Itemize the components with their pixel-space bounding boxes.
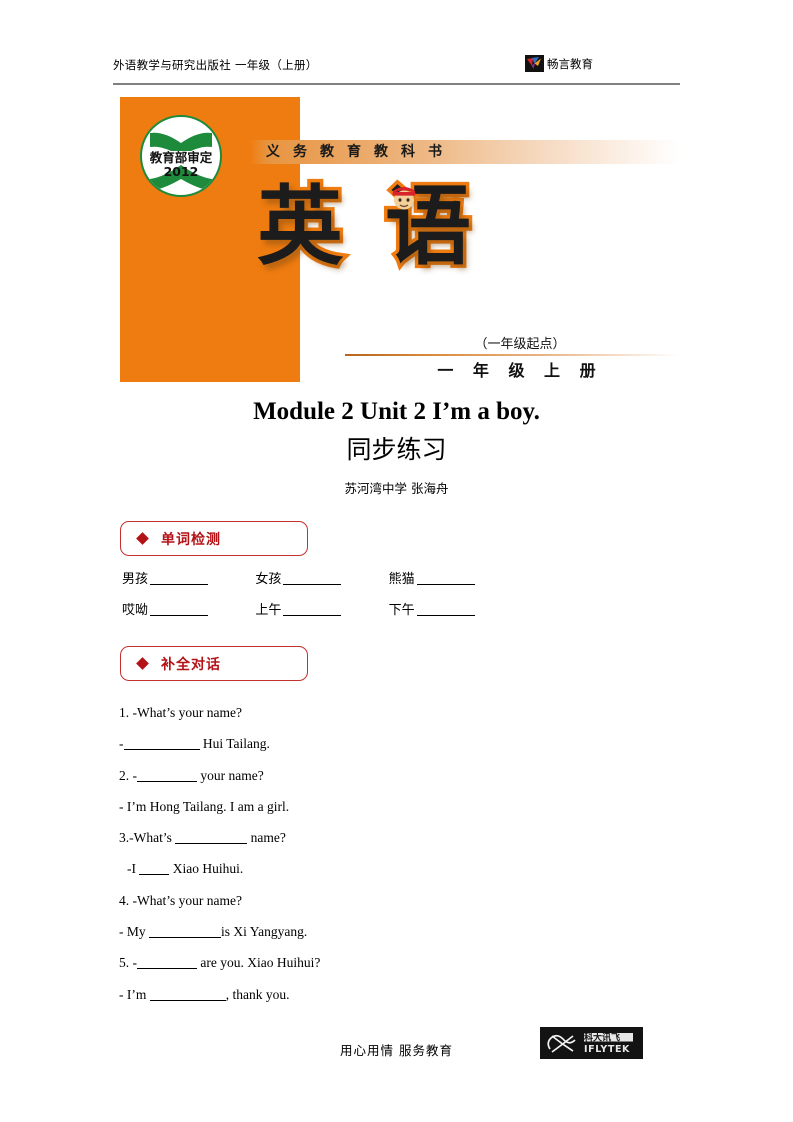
vocabulary-item: 哎呦 [122, 599, 255, 618]
brand-mark: 畅言教育 [525, 55, 593, 72]
dialogue-text: is Xi Yangyang. [221, 924, 308, 940]
vocabulary-prompt: 下午 [388, 603, 415, 618]
vocabulary-prompt: 熊猫 [388, 572, 415, 587]
answer-blank[interactable] [137, 768, 197, 782]
section-header-vocabulary: 单词检测 [120, 521, 308, 556]
svg-text:科大讯飞: 科大讯飞 [584, 1032, 620, 1044]
vocabulary-row: 哎呦 上午 下午 [122, 599, 522, 630]
dialogue-text: - My [119, 924, 149, 940]
svg-text:2012: 2012 [164, 164, 199, 179]
dialogue-text: -I [127, 861, 140, 877]
red-diamond-icon [136, 657, 149, 670]
vocabulary-prompt: 女孩 [255, 572, 282, 587]
dialogue-line: 5. - are you. Xiao Huihui? [119, 947, 639, 978]
cover-band-text: 义务教育教科书 [266, 144, 455, 160]
dialogue-text: Hui Tailang. [199, 736, 270, 752]
dialogue-text: 4. -What’s your name? [119, 892, 242, 908]
dialogue-text: 1. -What’s your name? [119, 705, 242, 720]
vocabulary-item: 熊猫 [389, 568, 522, 587]
publisher-line: 外语教学与研究出版社 一年级（上册） [113, 58, 318, 72]
dialogue-line: 4. -What’s your name? [119, 885, 639, 916]
author-line: 苏河湾中学 张海舟 [344, 481, 449, 496]
dialogue-line: 2. - your name? [119, 760, 639, 791]
butterfly-logo-icon [525, 55, 544, 72]
vocabulary-exercise: 男孩 女孩 熊猫 哎呦 上午 下午 [122, 568, 522, 630]
running-header: 外语教学与研究出版社 一年级（上册） 畅言教育 [113, 55, 680, 83]
cartoon-face-red-cap-icon [387, 179, 421, 213]
answer-blank[interactable] [123, 736, 200, 751]
dialogue-text: are you. Xiao Huihui? [197, 955, 321, 971]
textbook-cover-image: 教育部审定 2012 义务教育教科书 英语 （一年级起点） 一 年 级 上 册 [120, 97, 680, 382]
answer-blank[interactable] [283, 602, 342, 616]
section-header-dialogue: 补全对话 [120, 646, 308, 681]
moe-approval-seal: 教育部审定 2012 [140, 115, 222, 197]
answer-blank[interactable] [283, 571, 342, 585]
section-label: 补全对话 [161, 656, 221, 673]
vocabulary-row: 男孩 女孩 熊猫 [122, 568, 522, 599]
answer-blank[interactable] [416, 602, 475, 616]
answer-blank[interactable] [150, 602, 209, 616]
brand-label: 畅言教育 [547, 56, 593, 71]
page-title: Module 2 Unit 2 I’m a boy. [253, 398, 540, 425]
dialogue-line: - I’m , thank you. [119, 979, 639, 1010]
dialogue-text: , thank you. [225, 986, 290, 1002]
dialogue-text: 2. - [119, 767, 137, 783]
cover-divider [345, 354, 680, 356]
answer-blank[interactable] [137, 955, 197, 970]
cover-grade-volume: 一 年 级 上 册 [437, 361, 603, 380]
dialogue-line: - I’m Hong Tailang. I am a girl. [119, 791, 639, 822]
answer-blank[interactable] [175, 830, 248, 845]
dialogue-text: 3.-What’s [119, 830, 176, 846]
header-divider [113, 83, 680, 85]
vocabulary-item: 上午 [255, 599, 388, 618]
vocabulary-prompt: 哎呦 [122, 603, 149, 618]
vocabulary-item: 男孩 [122, 568, 255, 587]
vocabulary-prompt: 上午 [255, 603, 282, 618]
dialogue-line: - My is Xi Yangyang. [119, 916, 639, 947]
vocabulary-prompt: 男孩 [122, 572, 149, 587]
answer-blank[interactable] [149, 924, 221, 939]
svg-text:教育部审定: 教育部审定 [149, 150, 213, 165]
dialogue-text: - I’m [119, 986, 150, 1002]
page-subtitle: 同步练习 [346, 435, 447, 464]
answer-blank[interactable] [416, 571, 475, 585]
cover-starting-grade-note: （一年级起点） [474, 337, 566, 352]
section-label: 单词检测 [161, 531, 221, 548]
cover-subject-char-1: 英 [254, 174, 347, 281]
dialogue-line: -I Xiao Huihui. [119, 853, 639, 884]
red-diamond-icon [136, 532, 149, 545]
vocabulary-item: 下午 [389, 599, 522, 618]
dialogue-line: 1. -What’s your name? [119, 697, 639, 728]
iflytek-logo-icon: 科大讯飞 IFLYTEK [540, 1027, 643, 1059]
dialogue-line: - Hui Tailang. [119, 728, 639, 759]
dialogue-text: name? [247, 830, 286, 846]
dialogue-line: 3.-What’s name? [119, 822, 639, 853]
dialogue-text: your name? [197, 767, 264, 783]
svg-text:IFLYTEK: IFLYTEK [584, 1044, 630, 1055]
document-page: 外语教学与研究出版社 一年级（上册） 畅言教育 教育部审定 2012 义务教育教… [0, 0, 793, 1122]
answer-blank[interactable] [149, 987, 226, 1001]
dialogue-text: 5. - [119, 955, 137, 971]
dialogue-exercise: 1. -What’s your name? - Hui Tailang. 2. - … [119, 697, 639, 1010]
dialogue-text: - I’m Hong Tailang. I am a girl. [119, 798, 290, 814]
dialogue-text: Xiao Huihui. [169, 861, 244, 877]
vocabulary-item: 女孩 [255, 568, 388, 587]
answer-blank[interactable] [139, 861, 170, 876]
answer-blank[interactable] [150, 571, 209, 585]
